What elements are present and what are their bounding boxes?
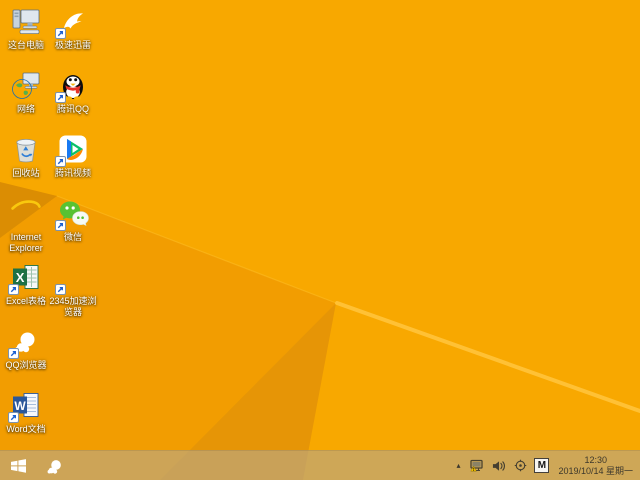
qq-browser-icon: [46, 456, 64, 475]
shortcut-arrow-icon: [8, 348, 19, 359]
clock-date: 2019/10/14 星期一: [558, 465, 633, 476]
desktop-icon-label: Internet Explorer: [9, 232, 43, 253]
desktop-icon-label: Excel表格: [5, 296, 46, 306]
desktop-icon-label: 回收站: [12, 168, 40, 178]
desktop-icon-label: Word文档: [6, 424, 46, 434]
word-icon: W: [8, 389, 42, 423]
ime-indicator[interactable]: M: [534, 458, 550, 473]
desktop-icon-label: 腾讯QQ: [56, 104, 89, 114]
taskbar-qq-browser-button[interactable]: [41, 451, 69, 480]
shortcut-arrow-icon: [55, 156, 66, 167]
taskbar: ▴ M 12:30 2019/10/14 星期一: [0, 450, 640, 480]
shortcut-arrow-icon: [8, 412, 19, 423]
qq-icon: [55, 69, 89, 103]
desktop-icon-recycle-bin[interactable]: 回收站: [0, 133, 52, 179]
svg-text:X: X: [16, 270, 25, 285]
shortcut-arrow-icon: [55, 28, 66, 39]
system-tray: ▴ M 12:30 2019/10/14 星期一: [454, 455, 640, 477]
shortcut-arrow-icon: [55, 92, 66, 103]
shortcut-arrow-icon: [55, 284, 66, 295]
desktop-icon-qq-browser[interactable]: QQ浏览器: [0, 325, 52, 371]
browser-2345-icon: e: [55, 261, 89, 295]
desktop-icon-label: QQ浏览器: [5, 360, 47, 370]
desktop[interactable]: 这台电脑 极速迅雷 网络 腾讯QQ 回收站 腾讯视频 e Internet Ex…: [0, 0, 640, 480]
desktop-icon-browser-2345[interactable]: e 2345加速浏览器: [47, 261, 99, 318]
thunder-icon: [55, 5, 89, 39]
svg-text:W: W: [14, 399, 26, 413]
start-button[interactable]: [0, 451, 36, 480]
desktop-icon-thunder[interactable]: 极速迅雷: [47, 5, 99, 51]
shortcut-arrow-icon: [55, 220, 66, 231]
desktop-icon-grid: 这台电脑 极速迅雷 网络 腾讯QQ 回收站 腾讯视频 e Internet Ex…: [0, 0, 640, 450]
tencent-video-icon: [55, 133, 89, 167]
windows-logo-icon: [10, 459, 26, 473]
shortcut-arrow-icon: [8, 284, 19, 295]
recycle-bin-icon: [10, 133, 42, 165]
desktop-icon-excel[interactable]: X Excel表格: [0, 261, 52, 307]
desktop-icon-label: 网络: [16, 104, 35, 114]
volume-icon[interactable]: [492, 460, 507, 472]
desktop-icon-word[interactable]: W Word文档: [0, 389, 52, 435]
taskbar-clock[interactable]: 12:30 2019/10/14 星期一: [556, 455, 635, 477]
desktop-icon-label: 这台电脑: [7, 40, 44, 50]
network-icon: [10, 69, 42, 101]
desktop-icon-internet-explorer[interactable]: e Internet Explorer: [0, 197, 52, 254]
wechat-icon: [55, 197, 89, 231]
desktop-icon-label: 2345加速浏览器: [49, 296, 97, 317]
desktop-icon-this-pc[interactable]: 这台电脑: [0, 5, 52, 51]
desktop-icon-label: 微信: [63, 232, 82, 242]
this-pc-icon: [10, 5, 42, 37]
network-warning-icon[interactable]: [469, 459, 485, 473]
desktop-icon-wechat[interactable]: 微信: [47, 197, 99, 243]
safety-scan-icon[interactable]: [514, 459, 527, 472]
internet-explorer-icon: e: [10, 197, 42, 229]
desktop-icon-label: 腾讯视频: [54, 168, 91, 178]
desktop-icon-tencent-video[interactable]: 腾讯视频: [47, 133, 99, 179]
qq-browser-icon: [8, 325, 42, 359]
hidden-icons-chevron-icon[interactable]: ▴: [454, 460, 462, 472]
desktop-icon-qq[interactable]: 腾讯QQ: [47, 69, 99, 115]
clock-time: 12:30: [584, 454, 607, 465]
desktop-icon-label: 极速迅雷: [54, 40, 91, 50]
excel-icon: X: [8, 261, 42, 295]
desktop-icon-network[interactable]: 网络: [0, 69, 52, 115]
